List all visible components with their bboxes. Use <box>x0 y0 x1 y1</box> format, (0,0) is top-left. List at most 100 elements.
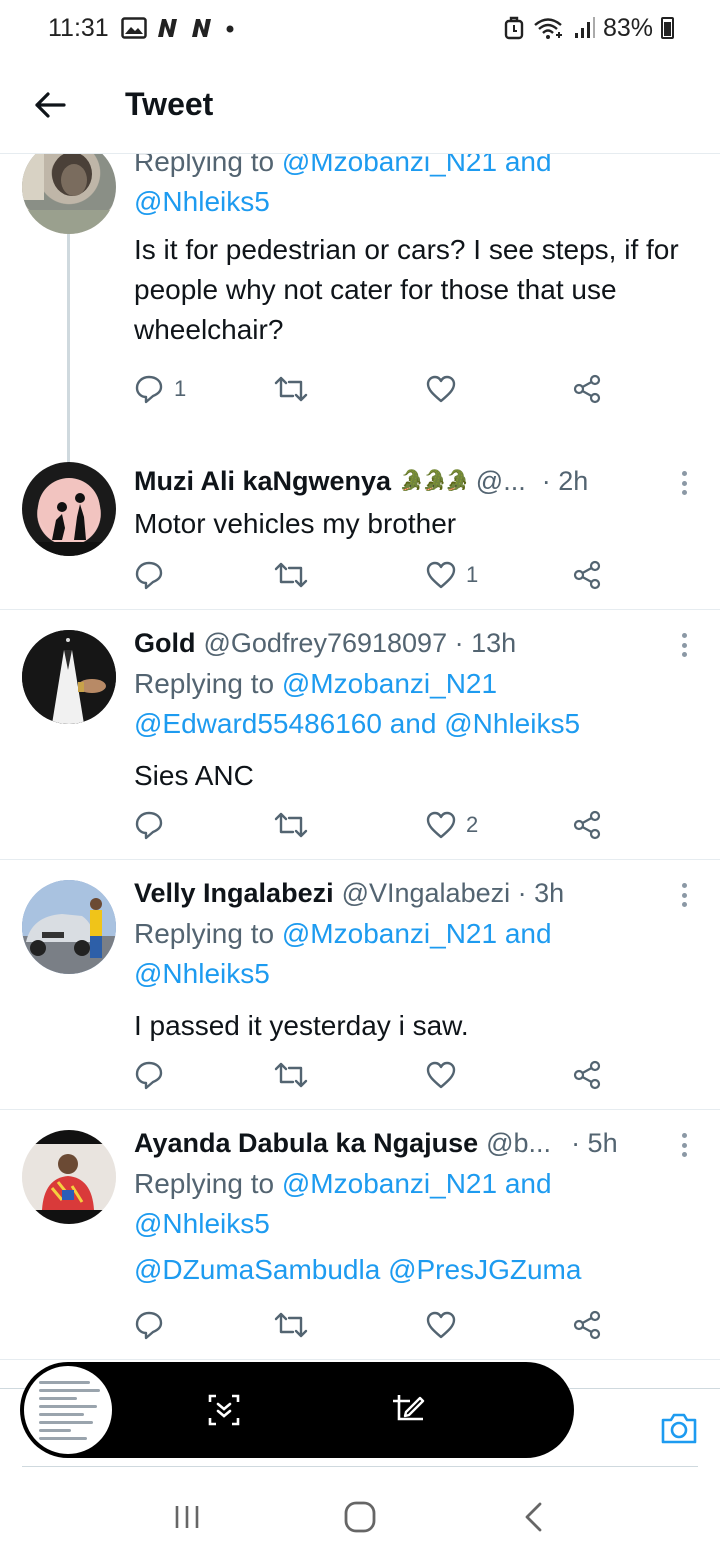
tweet-actions: 2 <box>134 805 614 845</box>
mention-and[interactable]: and <box>505 1168 552 1199</box>
author-handle[interactable]: @b... <box>486 1124 551 1162</box>
like-button[interactable]: 1 <box>426 555 478 595</box>
notification-icons <box>120 17 237 39</box>
mention-link[interactable]: @Mzobanzi_N21 <box>282 154 497 177</box>
more-icon[interactable] <box>672 1130 696 1160</box>
back-icon <box>525 1502 542 1532</box>
author-name[interactable]: Ayanda Dabula ka Ngajuse <box>134 1124 478 1162</box>
app-header: Tweet <box>0 56 720 154</box>
reply-button[interactable] <box>134 1055 164 1095</box>
tweet-content: Gold @Godfrey76918097 · 13h Replying to … <box>134 624 692 796</box>
tweet[interactable]: Velly Ingalabezi @VIngalabezi · 3h Reply… <box>0 860 720 1110</box>
share-icon <box>573 810 601 840</box>
like-button[interactable]: 2 <box>426 805 478 845</box>
mention-and[interactable]: and <box>505 918 552 949</box>
reply-count: 1 <box>174 376 187 401</box>
tweet-text: I passed it yesterday i saw. <box>134 1010 469 1041</box>
mention-link[interactable]: @DZumaSambudla @PresJGZuma <box>134 1254 581 1285</box>
tweet[interactable]: Ayanda Dabula ka Ngajuse @b... · 5h Repl… <box>0 1110 720 1360</box>
screenshot-toolbar <box>20 1362 574 1458</box>
avatar[interactable] <box>22 154 116 234</box>
reply-prefix: Replying to <box>134 1168 275 1199</box>
screenshot-thumbnail[interactable] <box>24 1366 112 1454</box>
reply-icon <box>135 561 163 590</box>
tweet[interactable]: Gold @Godfrey76918097 · 13h Replying to … <box>0 610 720 860</box>
tweet-author-row: Gold @Godfrey76918097 · 13h <box>134 624 692 662</box>
status-time: 11:31 <box>48 13 109 42</box>
mention-and[interactable]: and <box>390 708 437 739</box>
retweet-icon <box>274 1312 308 1338</box>
mention-link[interactable]: @Nhleiks5 <box>134 186 270 217</box>
retweet-button[interactable] <box>274 1305 308 1345</box>
reply-button[interactable] <box>134 555 164 595</box>
like-icon <box>426 375 456 403</box>
avatar[interactable] <box>22 630 116 724</box>
tweet-content: Velly Ingalabezi @VIngalabezi · 3h Reply… <box>134 874 692 1046</box>
system-nav-bar <box>0 1474 720 1560</box>
tweet-content: Muzi Ali kaNgwenya 🐊🐊🐊 @... · 2h Motor v… <box>134 462 692 544</box>
author-name[interactable]: Gold <box>134 624 196 662</box>
author-handle[interactable]: @Godfrey76918097 · 13h <box>204 624 517 662</box>
tweet-actions <box>134 1305 614 1345</box>
mention-link[interactable]: @Mzobanzi_N21 <box>282 1168 497 1199</box>
camera-icon[interactable] <box>660 1411 698 1450</box>
battery-percent: 83% <box>602 13 653 42</box>
share-button[interactable] <box>572 369 602 409</box>
reply-icon <box>135 1061 163 1090</box>
home-icon <box>344 1501 376 1533</box>
share-button[interactable] <box>572 1305 602 1345</box>
avatar[interactable] <box>22 462 116 556</box>
tweet[interactable]: Muzi Ali kaNgwenya 🐊🐊🐊 @... · 2h Motor v… <box>0 450 720 610</box>
mention-link[interactable]: @Edward55486160 <box>134 708 382 739</box>
tweet-text: Motor vehicles my brother <box>134 508 457 539</box>
mention-link[interactable]: @Nhleiks5 <box>134 1208 270 1239</box>
retweet-button[interactable] <box>274 805 308 845</box>
like-icon <box>426 1061 456 1089</box>
like-button[interactable] <box>426 1305 456 1345</box>
thumbnail-preview <box>39 1381 103 1445</box>
share-button[interactable] <box>572 555 602 595</box>
mention-link[interactable]: @Nhleiks5 <box>444 708 580 739</box>
reply-button[interactable] <box>134 1305 164 1345</box>
more-icon[interactable] <box>672 468 696 498</box>
scroll-capture-icon <box>208 1394 240 1426</box>
n-app-icon-2 <box>191 19 211 37</box>
emoji: 🐊🐊🐊 <box>399 470 470 492</box>
replying-to: Replying to @Mzobanzi_N21 and @Nhleiks5 <box>134 1164 692 1244</box>
like-button[interactable] <box>426 1055 456 1095</box>
mention-link[interactable]: @Mzobanzi_N21 <box>282 668 497 699</box>
retweet-button[interactable] <box>274 1055 308 1095</box>
tweet-actions: 1 <box>134 369 614 409</box>
recent-apps-button[interactable] <box>157 1487 217 1547</box>
share-button[interactable] <box>572 805 602 845</box>
retweet-button[interactable] <box>274 369 308 409</box>
crop-edit-button[interactable] <box>388 1390 428 1430</box>
back-button[interactable] <box>503 1487 563 1547</box>
like-button[interactable] <box>426 369 456 409</box>
like-icon <box>426 811 456 839</box>
mention-link[interactable]: @Nhleiks5 <box>134 958 270 989</box>
tweet-text: Sies ANC <box>134 760 254 791</box>
author-name[interactable]: Velly Ingalabezi <box>134 874 334 912</box>
mention-and[interactable]: and <box>505 154 552 177</box>
avatar[interactable] <box>22 880 116 974</box>
mention-link[interactable]: @Mzobanzi_N21 <box>282 918 497 949</box>
retweet-button[interactable] <box>274 555 308 595</box>
dot-icon <box>226 25 234 33</box>
replying-to: Replying to @Mzobanzi_N21 @Edward5548616… <box>134 664 692 744</box>
reply-button[interactable] <box>134 805 164 845</box>
like-icon <box>426 1311 456 1339</box>
reply-button[interactable]: 1 <box>134 369 186 409</box>
tweet-feed[interactable]: Replying to @Mzobanzi_N21 and @Nhleiks5 … <box>0 154 720 1388</box>
more-icon[interactable] <box>672 630 696 660</box>
author-handle[interactable]: @VIngalabezi · 3h <box>342 874 565 912</box>
author-name[interactable]: Muzi Ali kaNgwenya <box>134 462 391 500</box>
avatar[interactable] <box>22 1130 116 1224</box>
author-handle[interactable]: @... <box>476 462 526 500</box>
back-arrow-icon[interactable] <box>20 75 80 135</box>
more-icon[interactable] <box>672 880 696 910</box>
wifi-icon <box>534 18 562 39</box>
share-button[interactable] <box>572 1055 602 1095</box>
scroll-capture-button[interactable] <box>204 1390 244 1430</box>
home-button[interactable] <box>330 1487 390 1547</box>
